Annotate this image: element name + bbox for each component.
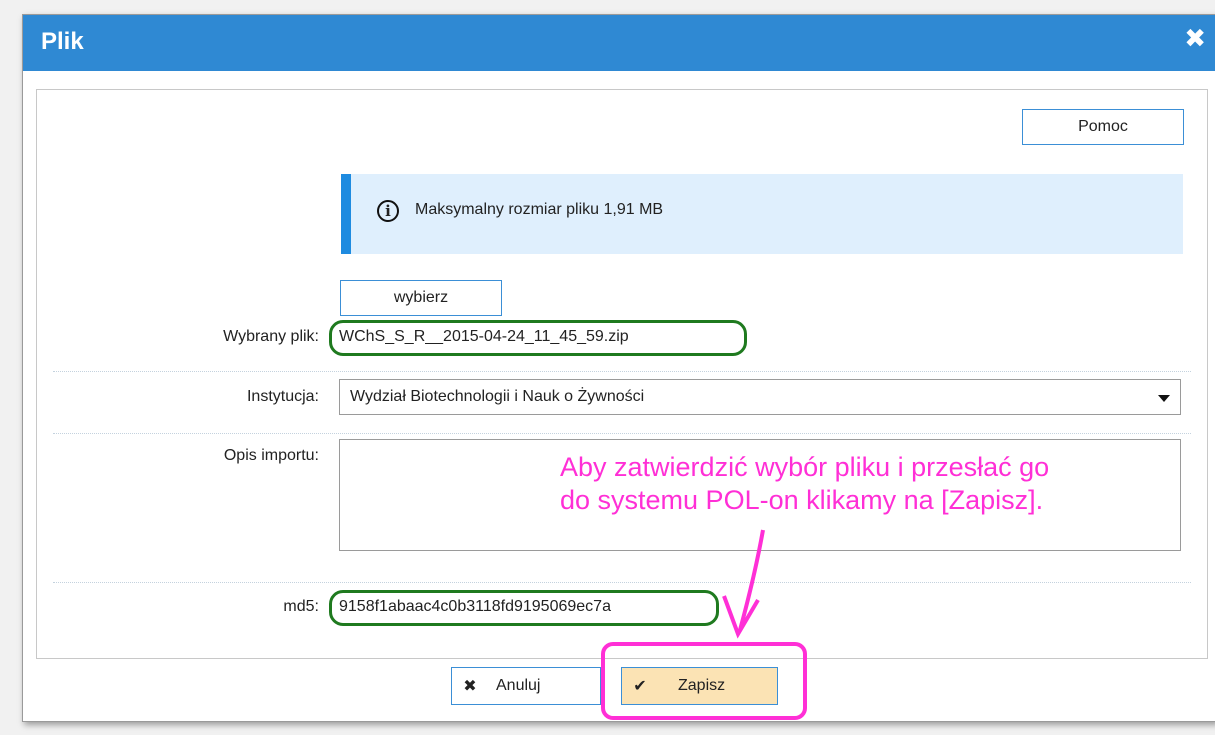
x-icon: ✖: [463, 678, 477, 695]
choose-file-button[interactable]: wybierz: [340, 280, 502, 316]
selected-file-label: Wybrany plik:: [223, 328, 319, 345]
dialog-titlebar: Plik ✖: [23, 15, 1215, 71]
annotation-line-1: Aby zatwierdzić wybór pliku i przesłać g…: [560, 452, 1050, 482]
help-button[interactable]: Pomoc: [1022, 109, 1184, 145]
dialog-content: Pomoc i Maksymalny rozmiar pliku 1,91 MB…: [36, 89, 1208, 659]
info-message: i Maksymalny rozmiar pliku 1,91 MB: [341, 174, 1183, 254]
description-label: Opis importu:: [223, 447, 319, 464]
close-icon[interactable]: ✖: [1184, 25, 1206, 51]
separator: [53, 371, 1191, 372]
file-dialog: Plik ✖ Pomoc i Maksymalny rozmiar pliku …: [22, 14, 1215, 722]
separator: [53, 582, 1191, 583]
institution-select[interactable]: Wydział Biotechnologii i Nauk o Żywności: [339, 379, 1181, 415]
md5-label: md5:: [283, 598, 319, 615]
cancel-label: Anuluj: [496, 677, 541, 694]
institution-label: Instytucja:: [246, 388, 319, 405]
institution-value: Wydział Biotechnologii i Nauk o Żywności: [350, 388, 645, 405]
dialog-title: Plik: [41, 28, 84, 55]
separator: [53, 433, 1191, 434]
selected-file-value: WChS_S_R__2015-04-24_11_45_59.zip: [339, 328, 629, 345]
info-icon: i: [377, 200, 399, 222]
chevron-down-icon: [1158, 395, 1170, 402]
save-highlight-box: [601, 642, 807, 720]
annotation-line-2: do systemu POL-on klikamy na [Zapisz].: [560, 485, 1044, 515]
cancel-button[interactable]: ✖ Anuluj: [451, 667, 601, 705]
md5-value: 9158f1abaac4c0b3118fd9195069ec7a: [339, 598, 611, 615]
annotation-text: Aby zatwierdzić wybór pliku i przesłać g…: [560, 451, 1049, 517]
info-text: Maksymalny rozmiar pliku 1,91 MB: [415, 201, 664, 218]
